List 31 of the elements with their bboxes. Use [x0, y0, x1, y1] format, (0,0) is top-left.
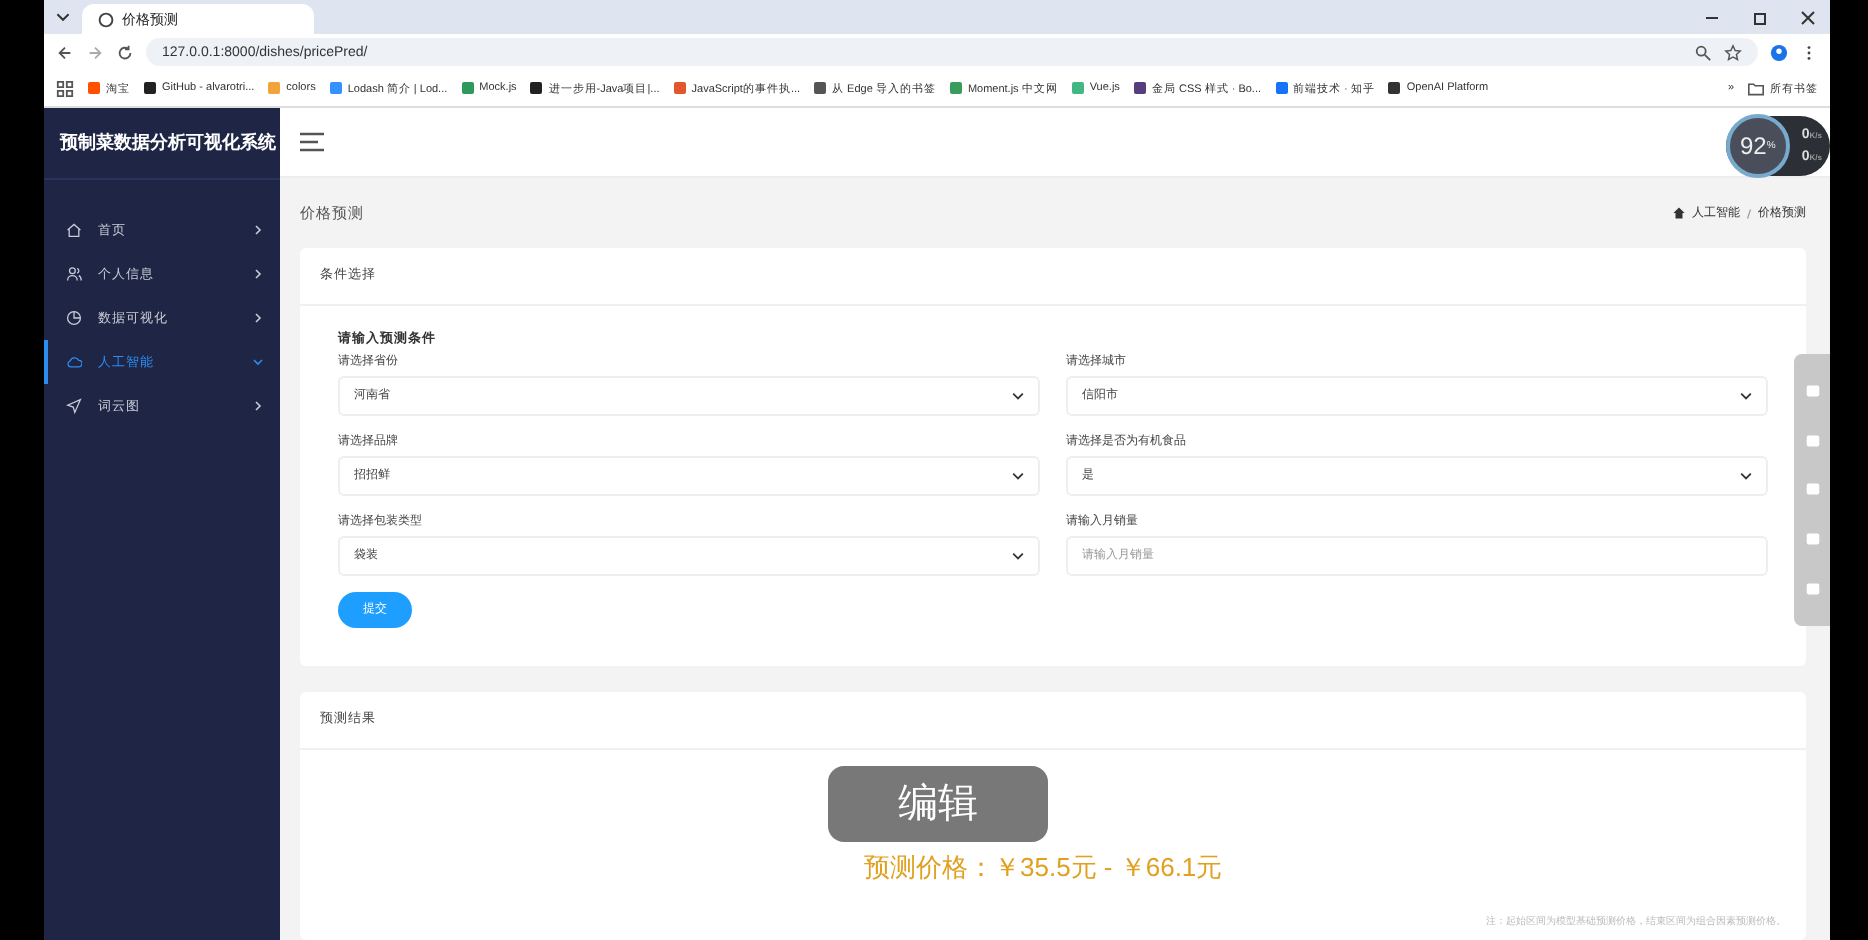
- close-icon[interactable]: [1798, 7, 1818, 27]
- dropdown-caret-icon: [1012, 471, 1024, 480]
- chevron-icon: [252, 312, 264, 324]
- chevron-icon: [252, 356, 264, 368]
- paper-plane-icon: [66, 398, 82, 414]
- home-icon: [1672, 206, 1686, 221]
- chevron-icon: [252, 268, 264, 280]
- dropdown-caret-icon: [1012, 391, 1024, 400]
- tab-list-icon[interactable]: [56, 12, 70, 22]
- back-icon[interactable]: [56, 43, 74, 61]
- chevron-icon: [252, 400, 264, 412]
- users-icon: [66, 266, 82, 282]
- home-icon: [66, 222, 82, 238]
- chevron-icon: [252, 224, 264, 236]
- menu-icon[interactable]: [300, 132, 324, 153]
- pie-chart-icon: [66, 310, 82, 326]
- reload-icon[interactable]: [116, 43, 134, 61]
- apps-icon[interactable]: [56, 79, 74, 97]
- predicted-price: 预测价格：￥35.5元 - ￥66.1元: [864, 849, 1223, 886]
- edit-tooltip[interactable]: 编辑: [828, 765, 1048, 842]
- dropdown-caret-icon: [1740, 471, 1752, 480]
- breadcrumb-separator-icon: [1746, 207, 1752, 220]
- dropdown-caret-icon: [1012, 551, 1024, 560]
- folder-icon: [1748, 81, 1764, 95]
- restore-icon[interactable]: [1750, 7, 1770, 27]
- cloud-icon: [66, 354, 82, 370]
- zoom-icon[interactable]: [1694, 43, 1712, 61]
- globe-icon: [98, 11, 114, 27]
- dropdown-caret-icon: [1740, 391, 1752, 400]
- profile-icon[interactable]: [1770, 43, 1788, 61]
- star-icon[interactable]: [1724, 43, 1742, 61]
